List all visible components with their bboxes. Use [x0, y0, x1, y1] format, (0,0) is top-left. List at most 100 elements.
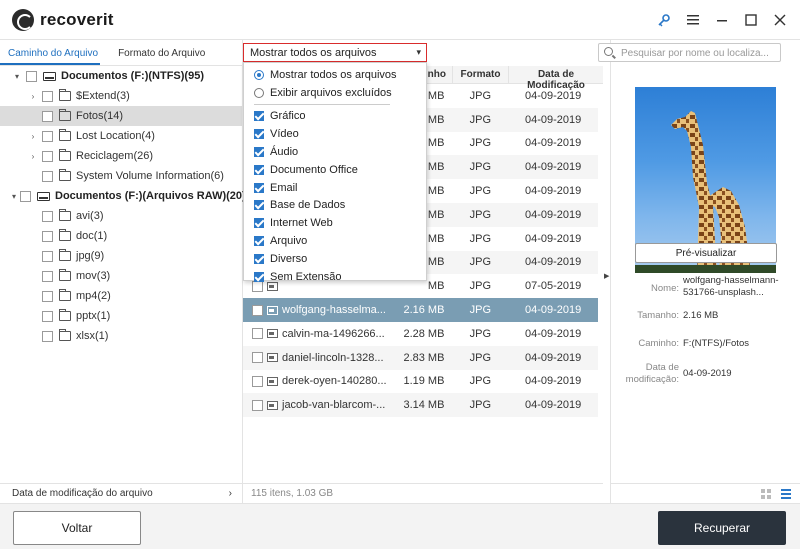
tree-item[interactable]: mp4(2) — [0, 286, 242, 306]
expand-right-icon[interactable]: › — [28, 92, 38, 101]
list-view-icon[interactable] — [781, 489, 791, 499]
expand-down-icon[interactable]: ▾ — [12, 192, 16, 201]
tree-item[interactable]: System Volume Information(6) — [0, 166, 242, 186]
tree-checkbox[interactable] — [26, 70, 37, 82]
tree-item[interactable]: Fotos(14) — [0, 106, 242, 126]
file-name: wolfgang-hasselma... — [282, 304, 386, 317]
column-date[interactable]: Data de Modificação — [509, 66, 603, 91]
tree-checkbox[interactable] — [42, 90, 53, 102]
filter-option-label: Áudio — [270, 146, 299, 159]
tree-checkbox[interactable] — [42, 250, 53, 262]
tab-file-path[interactable]: Caminho do Arquivo — [0, 40, 101, 65]
filter-selected-value: Mostrar todos os arquivos — [250, 47, 377, 59]
tree-item[interactable]: › Reciclagem(26) — [0, 146, 242, 166]
collapse-preview-icon[interactable]: ▶ — [604, 272, 609, 280]
preview-button[interactable]: Pré-visualizar — [635, 243, 777, 263]
tree-item[interactable]: ▾ Documentos (F:)(NTFS)(95) — [0, 66, 242, 86]
row-checkbox[interactable] — [252, 375, 263, 387]
tree-item-label: pptx(1) — [76, 310, 111, 322]
expand-right-icon[interactable]: › — [28, 152, 38, 161]
row-checkbox[interactable] — [252, 399, 263, 411]
checkbox-checked-icon — [254, 147, 264, 158]
tree-item[interactable]: › $Extend(3) — [0, 86, 242, 106]
tree-checkbox[interactable] — [42, 230, 53, 242]
table-row[interactable]: jacob-van-blarcom-... 3.14 MB JPG 04-09-201… — [243, 393, 598, 418]
filter-type-option[interactable]: Vídeo — [244, 125, 426, 143]
file-date: 04-09-2019 — [524, 113, 582, 126]
filter-type-option[interactable]: Sem Extensão — [244, 268, 426, 286]
file-date: 04-09-2019 — [524, 137, 582, 150]
tree-checkbox[interactable] — [20, 190, 32, 202]
radio-icon — [254, 87, 264, 98]
drive-icon — [43, 71, 56, 81]
row-checkbox[interactable] — [252, 304, 263, 316]
table-row[interactable]: derek-oyen-140280... 1.19 MB JPG 04-09-2019 — [243, 370, 598, 394]
filter-type-option[interactable]: Documento Office — [244, 161, 426, 179]
folder-icon — [59, 209, 71, 221]
tree-checkbox[interactable] — [42, 310, 53, 322]
tree-item[interactable]: xlsx(1) — [0, 326, 242, 346]
menu-icon[interactable] — [678, 10, 707, 30]
checkbox-checked-icon — [254, 271, 264, 282]
column-format[interactable]: Formato — [453, 66, 509, 83]
folder-icon — [59, 309, 71, 321]
minimize-icon[interactable] — [707, 10, 736, 30]
file-date: 04-09-2019 — [524, 185, 582, 198]
file-date: 04-09-2019 — [524, 232, 582, 245]
tree-item[interactable]: pptx(1) — [0, 306, 242, 326]
filter-type-option[interactable]: Email — [244, 179, 426, 197]
filter-type-option[interactable]: Base de Dados — [244, 197, 426, 215]
folder-icon — [59, 269, 71, 281]
tree-checkbox[interactable] — [42, 130, 53, 142]
checkbox-checked-icon — [254, 200, 264, 211]
table-row[interactable]: calvin-ma-1496266... 2.28 MB JPG 04-09-2019 — [243, 322, 598, 346]
filter-option-label: Diverso — [270, 252, 308, 265]
search-input[interactable]: Pesquisar por nome ou localiza... — [598, 43, 781, 62]
close-icon[interactable] — [765, 10, 794, 30]
row-checkbox[interactable] — [252, 352, 263, 364]
item-count: 115 itens, 1.03 GB — [243, 483, 603, 503]
tree-checkbox[interactable] — [42, 330, 53, 342]
tree-checkbox[interactable] — [42, 210, 53, 222]
file-size: 2.16 MB — [403, 304, 445, 317]
key-icon[interactable] — [649, 10, 678, 30]
filter-type-option[interactable]: Gráfico — [244, 108, 426, 126]
tree-item[interactable]: doc(1) — [0, 226, 242, 246]
expand-down-icon[interactable]: ▾ — [12, 72, 22, 81]
meta-size-label: Tamanho: — [637, 310, 679, 321]
filter-type-option[interactable]: Diverso — [244, 250, 426, 268]
left-panel: Caminho do Arquivo Formato do Arquivo ▾ D… — [0, 40, 246, 503]
file-filter-dropdown[interactable]: Mostrar todos os arquivos ▾ — [243, 43, 427, 62]
file-date: 04-09-2019 — [524, 399, 582, 412]
maximize-icon[interactable] — [736, 10, 765, 30]
checkbox-checked-icon — [254, 218, 264, 229]
filter-type-option[interactable]: Arquivo — [244, 232, 426, 250]
tree-item[interactable]: jpg(9) — [0, 246, 242, 266]
tree-item[interactable]: mov(3) — [0, 266, 242, 286]
tree-item[interactable]: avi(3) — [0, 206, 242, 226]
back-button[interactable]: Voltar — [13, 511, 141, 545]
filter-type-option[interactable]: Áudio — [244, 143, 426, 161]
tree-checkbox[interactable] — [42, 170, 53, 182]
filter-option-label: Base de Dados — [270, 199, 346, 212]
tree-checkbox[interactable] — [42, 290, 53, 302]
row-checkbox[interactable] — [252, 328, 263, 340]
filter-type-option[interactable]: Internet Web — [244, 214, 426, 232]
filter-radio-option[interactable]: Mostrar todos os arquivos — [244, 66, 426, 84]
tree-item[interactable]: › Lost Location(4) — [0, 126, 242, 146]
recover-button[interactable]: Recuperar — [658, 511, 786, 545]
tab-file-format[interactable]: Formato do Arquivo — [110, 40, 205, 65]
sort-selector[interactable]: Data de modificação do arquivo › — [0, 483, 242, 503]
grid-view-icon[interactable] — [761, 489, 771, 499]
expand-right-icon[interactable]: › — [28, 132, 38, 141]
tree-item[interactable]: ▾ Documentos (F:)(Arquivos RAW)(20) — [0, 186, 246, 206]
recoverit-logo-icon — [12, 9, 34, 31]
meta-path-label: Caminho: — [638, 338, 679, 349]
tree-checkbox[interactable] — [42, 150, 53, 162]
filter-radio-option[interactable]: Exibir arquivos excluídos — [244, 84, 426, 102]
tree-item-label: avi(3) — [76, 210, 104, 222]
table-row[interactable]: wolfgang-hasselma... 2.16 MB JPG 04-09-2019 — [243, 298, 598, 322]
tree-checkbox[interactable] — [42, 110, 53, 122]
table-row[interactable]: daniel-lincoln-1328... 2.83 MB JPG 04-09-20… — [243, 345, 598, 370]
tree-checkbox[interactable] — [42, 270, 53, 282]
